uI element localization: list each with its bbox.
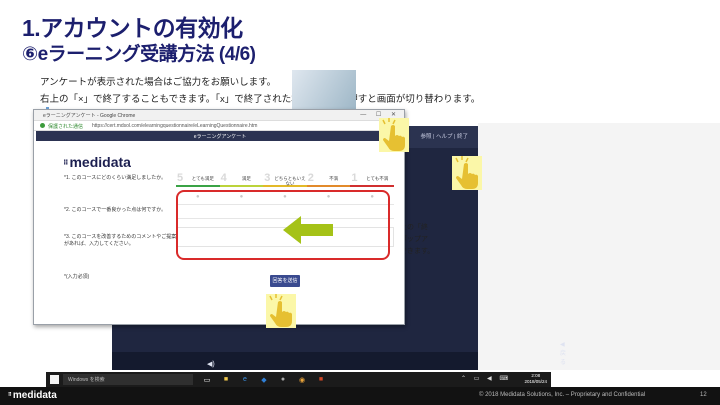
- description-line-2: 右上の「×」で終了することもできます。「x」で終了された場合、終了を押すと画面が…: [40, 94, 481, 105]
- question-2: *2. このコースで一番良かった点は何ですか。: [64, 207, 167, 213]
- logo-dots-icon: ⠿: [63, 160, 69, 167]
- slide-text: 上の「終 ポップア できます。: [400, 222, 434, 258]
- task-view-icon[interactable]: ▭: [201, 374, 213, 385]
- scale-option-2: 2 不満: [306, 172, 351, 187]
- question-3-line: *3. このコースを改善するためのコメントやご提案: [64, 234, 177, 240]
- scale-number: 4: [220, 172, 227, 184]
- footer-logo-text: medidata: [12, 390, 57, 401]
- footer-logo: ⠿ medidata: [8, 390, 57, 401]
- submit-button[interactable]: 回答を送信: [270, 275, 300, 287]
- scale-label: とても不満: [366, 176, 389, 181]
- left-arrow-icon: [283, 216, 333, 244]
- logo-dots-icon: ⠿: [8, 392, 12, 398]
- medidata-logo: ⠿ medidata: [63, 154, 131, 170]
- question-1: *1. このコースにどのくらい満足しましたか。: [64, 175, 167, 181]
- scale-label: 不満: [329, 176, 339, 181]
- hand-pointer-icon: [452, 156, 482, 190]
- description-line-1: アンケートが表示された場合はご協力をお願いします。: [40, 77, 277, 88]
- page-title: 1.アカウントの有効化: [22, 15, 243, 41]
- required-note: *(入力必須): [64, 274, 90, 280]
- footer-copyright: © 2018 Medidata Solutions, Inc. – Propri…: [479, 392, 646, 398]
- page-number: 12: [700, 392, 707, 398]
- chrome-icon[interactable]: ◉: [296, 374, 308, 385]
- scale-option-3: 3 どちらともいえない: [263, 172, 307, 187]
- outlook-icon[interactable]: ◆: [258, 374, 270, 385]
- windows-start-icon[interactable]: [50, 375, 59, 384]
- window-controls[interactable]: — ☐ ✕: [360, 111, 400, 118]
- scale-option-4: 4 満足: [219, 172, 264, 187]
- slide-text-line: 上の「終: [400, 224, 428, 231]
- scale-label: とても満足: [191, 176, 214, 181]
- address-bar[interactable]: 保護された通信 https://cert.mdsol.com/elearning…: [34, 121, 404, 131]
- question-3: *3. このコースを改善するためのコメントやご提案 があれば、入力してください。: [64, 234, 176, 248]
- secure-label: 保護された通信: [48, 124, 84, 130]
- powerpoint-icon[interactable]: ■: [315, 374, 327, 385]
- taskbar-clock[interactable]: 2:08 2018/05/24: [524, 373, 547, 385]
- taskbar-search[interactable]: Windows を検索: [63, 374, 193, 385]
- taskbar-search-placeholder: Windows を検索: [68, 377, 105, 383]
- logo-text: medidata: [69, 154, 131, 170]
- scale-option-1: 1 とても不満: [350, 172, 394, 187]
- scale-option-5: 5 とても満足: [176, 172, 220, 187]
- back-button[interactable]: ◀ 戻る: [560, 341, 566, 366]
- scale-label: どちらともいえない: [274, 176, 306, 186]
- desktop-background: [478, 123, 720, 370]
- browser-titlebar[interactable]: eラーニングアンケート - Google Chrome — ☐ ✕: [34, 110, 404, 121]
- slide-text-line: できます。: [400, 248, 435, 255]
- player-controls: ◀) ◀ 戻る: [112, 342, 566, 370]
- scale-number: 3: [264, 172, 271, 184]
- hand-pointer-icon: [266, 294, 296, 328]
- survey-header-title: eラーニングアンケート: [193, 134, 247, 140]
- url-text[interactable]: https://cert.mdsol.com/elearningquestion…: [92, 123, 257, 129]
- survey-header-bar: eラーニングアンケート: [36, 131, 404, 141]
- app-icon[interactable]: ●: [277, 374, 289, 385]
- edge-icon[interactable]: e: [239, 374, 251, 385]
- scale-number: 2: [307, 172, 314, 184]
- scale-number: 1: [351, 172, 358, 184]
- windows-taskbar: Windows を検索 ▭ ■ e ◆ ● ◉ ■ ⌃ ▭ ◀ ⌨ 2:08 2…: [46, 372, 551, 387]
- system-tray-icons[interactable]: ⌃ ▭ ◀ ⌨: [461, 375, 511, 382]
- hand-pointer-icon: [379, 118, 409, 152]
- speaker-icon[interactable]: ◀): [207, 360, 215, 368]
- slide-text-line: ポップア: [400, 236, 428, 243]
- question-3-line: があれば、入力してください。: [64, 241, 134, 247]
- slide-footer: ⠿ medidata © 2018 Medidata Solutions, Inc…: [0, 387, 720, 405]
- browser-window-title: eラーニングアンケート - Google Chrome: [43, 113, 136, 119]
- page-subtitle: ⑥eラーニング受講方法 (4/6): [22, 44, 256, 65]
- lock-icon: [40, 123, 45, 128]
- scale-label: 満足: [241, 176, 251, 181]
- player-menu[interactable]: 参照 | ヘルプ | 終了: [421, 132, 468, 140]
- clock-date: 2018/05/24: [524, 379, 547, 384]
- rating-scale: 5 とても満足 4 満足 3 どちらともいえない 2 不満 1 とても不満: [176, 172, 394, 187]
- scale-number: 5: [177, 172, 184, 184]
- folder-icon[interactable]: ■: [220, 374, 232, 385]
- taskbar-apps: ▭ ■ e ◆ ● ◉ ■: [201, 374, 327, 385]
